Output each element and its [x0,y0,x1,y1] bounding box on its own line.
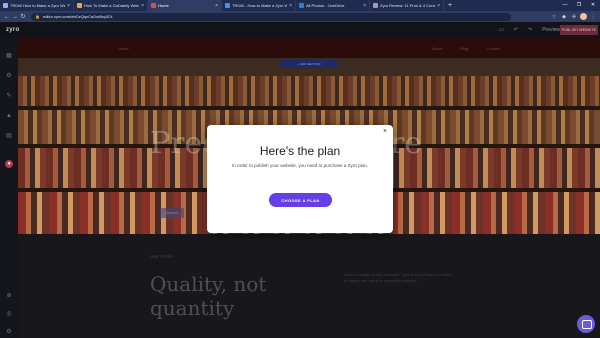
browser-tab[interactable]: How To Make a GoDaddy Websi... × [74,0,148,11]
url-input[interactable]: 🔒 editor.zyro.com/ebOzQqxCsOw0kq3OL [31,12,511,21]
device-icon[interactable]: ▭ [499,27,504,33]
address-bar-row: ← → ↻ 🔒 editor.zyro.com/ebOzQqxCsOw0kq3O… [0,11,600,22]
browser-tab[interactable]: Zyro Review: 11 Pros & 4 Cons (...× [370,0,444,11]
chart-icon[interactable]: ▲ [5,112,13,120]
screen: TR040 How to Make a Zyro Web...× How To … [0,0,600,338]
tab-favicon-icon [299,3,304,8]
browser-tab[interactable]: All Photos - OneDrive × [296,0,370,11]
tab-title: Zyro Review: 11 Pros & 4 Cons (... [380,3,436,8]
tab-favicon-icon [77,3,82,8]
plan-modal: × Here's the plan In order to publish yo… [207,125,393,233]
avatar[interactable] [580,13,587,20]
store-icon[interactable]: ▤ [5,132,13,140]
tab-title: How To Make a GoDaddy Websi... [84,3,140,8]
editor-tools: ▭ ↶ ↷ Preview [499,22,560,38]
tab-title: Home [158,3,169,8]
star-icon[interactable]: ☆ [550,14,558,20]
editor-sidebar: ▦ ⚙ ✎ ▲ ▤ ● ⊕ ◎ ⚙ [0,38,18,338]
redo-icon[interactable]: ↷ [528,27,532,33]
story-section: OUR STORY Quality, not quantity Here's a… [18,234,600,338]
new-tab-button[interactable]: + [448,2,452,9]
add-section-button[interactable]: + ADD SECTION [280,60,338,68]
browser-tab-active[interactable]: Home × [148,0,222,11]
extensions-area: ☆ ◆ ✣ ⋮ [548,13,597,20]
tab-title: TR040 How to Make a Zyro Web... [10,3,65,8]
tab-close-icon[interactable]: × [141,3,144,9]
browser-tab[interactable]: TR040 How to Make a Zyro Web...× [0,0,74,11]
modal-title: Here's the plan [259,144,341,158]
site-nav-item[interactable]: About [432,46,442,51]
site-navigation: Home About Blog Contact [18,38,600,58]
puzzle-icon[interactable]: ✣ [570,14,578,20]
reload-icon[interactable]: ↻ [19,13,27,20]
modal-body: In order to publish your website, you ne… [231,163,369,168]
section-heading: Quality, not quantity [150,272,267,320]
tab-favicon-icon [373,3,378,8]
tab-favicon-icon [225,3,230,8]
undo-icon[interactable]: ↶ [514,27,518,33]
back-icon[interactable]: ← [3,14,11,20]
settings-icon[interactable]: ⚙ [5,328,13,336]
brush-icon[interactable]: ✎ [5,92,13,100]
tab-close-icon[interactable]: × [67,3,70,9]
globe-icon[interactable]: ◎ [5,310,13,318]
tab-title: TR040 - How to Make a Zyro W... [232,3,288,8]
maximize-button[interactable]: ❐ [572,0,586,11]
tab-close-icon[interactable]: × [289,3,292,9]
editor-topbar: zyro ▭ ↶ ↷ Preview PUBLISH WEBSITE [0,22,600,38]
window-controls: — ❐ ✕ [558,0,600,11]
url-text: editor.zyro.com/ebOzQqxCsOw0kq3OL [42,14,114,19]
site-nav-item[interactable]: Contact [486,46,500,51]
tab-favicon-icon [3,3,8,8]
site-nav-item[interactable]: Blog [460,46,468,51]
tab-favicon-icon [151,3,156,8]
section-kicker: OUR STORY [150,254,174,259]
chat-icon[interactable] [577,315,595,333]
close-icon[interactable]: × [381,128,389,136]
section-text: Here's a single quality example. Zyro is… [344,272,451,283]
zyro-logo: zyro [6,27,20,33]
circle-badge-icon[interactable]: ● [5,160,13,168]
grid-icon[interactable]: ▦ [5,52,13,60]
choose-plan-button[interactable]: CHOOSE A PLAN [269,193,332,207]
browser-tab[interactable]: TR040 - How to Make a Zyro W... × [222,0,296,11]
preview-button[interactable]: Preview [542,27,560,33]
gear-icon[interactable]: ⚙ [5,72,13,80]
extension-icon[interactable]: ◆ [560,14,568,20]
lock-icon: 🔒 [35,14,40,19]
site-nav-item[interactable]: Home [118,46,129,51]
minimize-button[interactable]: — [558,0,572,11]
menu-icon[interactable]: ⋮ [589,14,597,20]
hero-cta-button[interactable]: Check it [160,208,184,218]
publish-website-button[interactable]: PUBLISH WEBSITE [560,25,598,35]
tab-close-icon[interactable]: × [363,3,366,9]
close-window-button[interactable]: ✕ [586,0,600,11]
cart-icon[interactable]: ⊕ [5,292,13,300]
tab-close-icon[interactable]: × [437,3,440,9]
forward-icon[interactable]: → [11,14,19,20]
browser-tab-bar: TR040 How to Make a Zyro Web...× How To … [0,0,600,11]
tab-close-icon[interactable]: × [215,3,218,9]
tab-title: All Photos - OneDrive [306,3,345,8]
bookshelf-image [18,76,600,106]
